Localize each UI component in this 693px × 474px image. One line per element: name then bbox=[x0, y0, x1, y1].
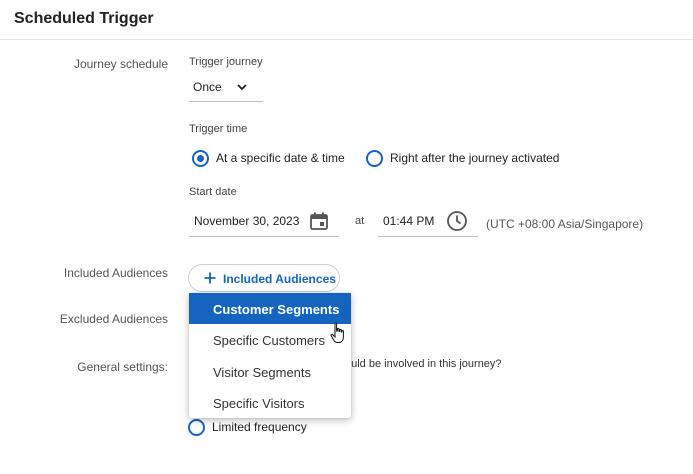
involvement-question: ould be involved in this journey? bbox=[345, 358, 502, 370]
trigger-journey-select[interactable]: Once bbox=[189, 74, 263, 102]
limited-frequency-label: Limited frequency bbox=[212, 420, 307, 434]
start-date-input[interactable]: November 30, 2023 bbox=[189, 207, 339, 237]
menu-item-label: Visitor Segments bbox=[213, 365, 312, 380]
timezone-label: (UTC +08:00 Asia/Singapore) bbox=[486, 217, 644, 231]
header: Scheduled Trigger bbox=[0, 0, 693, 40]
start-date-label: Start date bbox=[189, 186, 237, 198]
general-settings-label: General settings: bbox=[77, 360, 168, 374]
clock-icon[interactable] bbox=[446, 210, 468, 232]
hand-cursor-icon bbox=[330, 322, 344, 343]
radio-unselected-indicator bbox=[366, 149, 383, 167]
start-date-value: November 30, 2023 bbox=[194, 214, 300, 228]
chevron-down-icon bbox=[237, 84, 247, 91]
menu-item-specific-visitors[interactable]: Specific Visitors bbox=[189, 387, 351, 418]
radio-specific-date-time-label: At a specific date & time bbox=[216, 151, 345, 165]
journey-schedule-label: Journey schedule bbox=[73, 57, 168, 71]
radio-specific-date-time[interactable]: At a specific date & time bbox=[192, 148, 345, 168]
page-title: Scheduled Trigger bbox=[14, 10, 154, 27]
menu-item-label: Specific Customers bbox=[213, 333, 325, 348]
radio-limited-frequency[interactable]: Limited frequency bbox=[188, 417, 307, 437]
add-included-audiences-button[interactable]: Included Audiences bbox=[188, 264, 340, 292]
audience-type-dropdown: Customer Segments Specific Customers Vis… bbox=[189, 293, 351, 418]
menu-item-specific-customers[interactable]: Specific Customers bbox=[189, 324, 351, 355]
plus-icon bbox=[204, 272, 216, 284]
radio-after-activated[interactable]: Right after the journey activated bbox=[366, 148, 559, 168]
at-label: at bbox=[355, 215, 365, 227]
calendar-icon[interactable] bbox=[309, 211, 329, 231]
radio-selected-indicator bbox=[192, 149, 209, 167]
menu-item-visitor-segments[interactable]: Visitor Segments bbox=[189, 356, 351, 387]
excluded-audiences-label: Excluded Audiences bbox=[59, 312, 168, 326]
menu-item-label: Customer Segments bbox=[213, 302, 340, 317]
menu-item-customer-segments[interactable]: Customer Segments bbox=[189, 293, 351, 324]
trigger-journey-label: Trigger journey bbox=[189, 56, 263, 68]
menu-item-label: Specific Visitors bbox=[213, 396, 305, 411]
radio-after-activated-label: Right after the journey activated bbox=[390, 151, 560, 165]
radio-unselected-indicator bbox=[188, 418, 205, 436]
trigger-time-label: Trigger time bbox=[189, 123, 248, 135]
included-audiences-label: Included Audiences bbox=[63, 266, 168, 280]
included-audiences-button-label: Included Audiences bbox=[223, 272, 336, 286]
trigger-journey-value: Once bbox=[193, 80, 222, 94]
start-time-value: 01:44 PM bbox=[383, 214, 435, 228]
start-time-input[interactable]: 01:44 PM bbox=[378, 207, 478, 237]
